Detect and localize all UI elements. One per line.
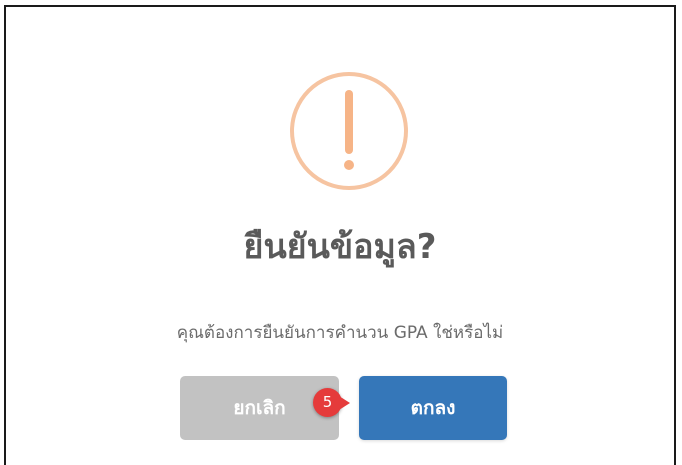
exclamation-circle-icon [290, 72, 408, 190]
step-arrow-icon [339, 396, 350, 410]
exclamation-bar [345, 90, 353, 154]
dialog-title: ยืนยันข้อมูล? [243, 227, 437, 267]
exclamation-dot [344, 160, 354, 170]
step-badge: 5 [313, 388, 350, 417]
step-number: 5 [322, 393, 333, 411]
ok-button[interactable]: ตกลง [359, 376, 507, 440]
dialog-message: คุณต้องการยืนยันการคำนวน GPA ใช่หรือไม่ [176, 323, 504, 343]
